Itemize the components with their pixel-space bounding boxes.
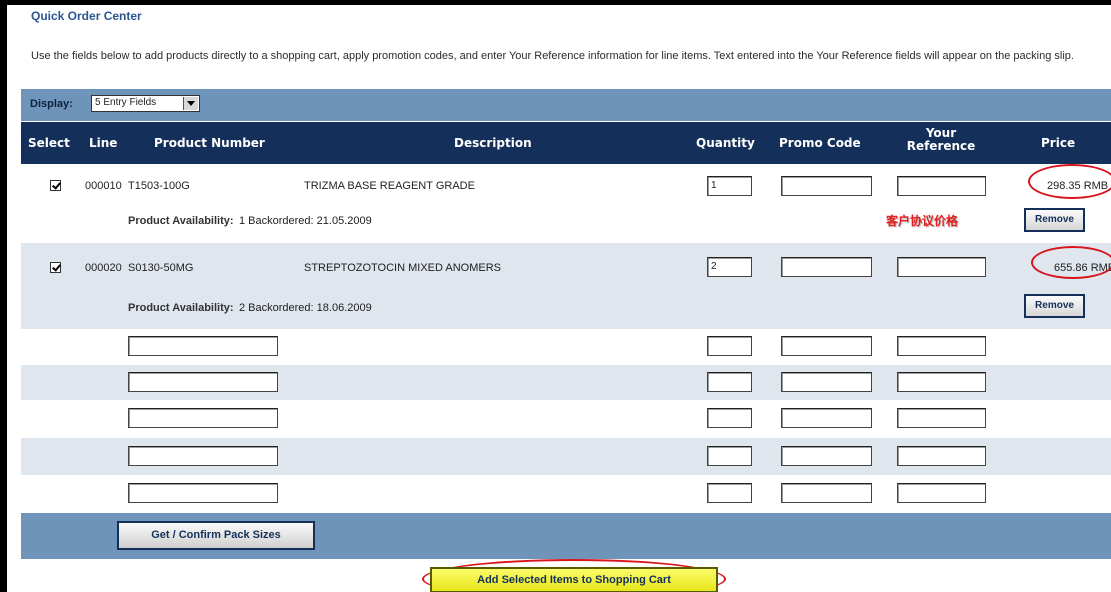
entry-quantity-input[interactable]: [707, 372, 752, 392]
add-to-cart-area: Add Selected Items to Shopping Cart: [21, 559, 1111, 592]
entry-fields-value: 5 Entry Fields: [95, 97, 157, 108]
entry-quantity-input[interactable]: [707, 483, 752, 503]
item-product-number: S0130-50MG: [128, 262, 194, 274]
entry-row: [21, 365, 1111, 400]
intro-text: Use the fields below to add products dir…: [31, 50, 1074, 62]
item-product-number: T1503-100G: [128, 180, 190, 192]
column-promo-code: Promo Code: [779, 136, 861, 150]
confirm-pack-sizes-button[interactable]: Get / Confirm Pack Sizes: [117, 521, 315, 550]
item-line-number: 000020: [85, 262, 122, 274]
entry-promo-code-input[interactable]: [781, 446, 872, 466]
column-your-reference-line1: Your: [925, 126, 957, 140]
entry-promo-code-input[interactable]: [781, 336, 872, 356]
column-select: Select: [28, 136, 70, 150]
entry-fields-select[interactable]: 5 Entry Fields: [91, 95, 200, 112]
display-bar: Display: 5 Entry Fields: [21, 89, 1111, 121]
remove-item-button[interactable]: Remove: [1024, 294, 1085, 318]
window-left-edge: [0, 0, 7, 592]
add-to-cart-button[interactable]: Add Selected Items to Shopping Cart: [430, 567, 718, 592]
product-availability-label: Product Availability:: [128, 215, 234, 227]
entry-row: [21, 400, 1111, 438]
entry-promo-code-input[interactable]: [781, 372, 872, 392]
quick-order-panel: Quick Order Center Use the fields below …: [21, 5, 1111, 592]
column-product-number: Product Number: [154, 136, 265, 150]
entry-product-number-input[interactable]: [128, 483, 278, 503]
item-your-reference-input[interactable]: [897, 257, 986, 277]
entry-quantity-input[interactable]: [707, 336, 752, 356]
entry-product-number-input[interactable]: [128, 446, 278, 466]
entry-your-reference-input[interactable]: [897, 446, 986, 466]
remove-item-button[interactable]: Remove: [1024, 208, 1085, 232]
entry-your-reference-input[interactable]: [897, 408, 986, 428]
product-availability-value: 1 Backordered: 21.05.2009: [239, 215, 372, 227]
column-price: Price: [1041, 136, 1076, 150]
entry-product-number-input[interactable]: [128, 408, 278, 428]
order-item-row: 000020 S0130-50MG STREPTOZOTOCIN MIXED A…: [21, 243, 1111, 329]
product-availability-label: Product Availability:: [128, 302, 234, 314]
item-promo-code-input[interactable]: [781, 176, 872, 196]
entry-quantity-input[interactable]: [707, 446, 752, 466]
entry-product-number-input[interactable]: [128, 372, 278, 392]
chevron-down-icon[interactable]: [183, 97, 198, 110]
column-line: Line: [89, 136, 118, 150]
screenshot-frame: Quick Order Center Use the fields below …: [0, 0, 1111, 592]
item-line-number: 000010: [85, 180, 122, 192]
item-quantity-input[interactable]: 1: [707, 176, 752, 196]
entry-your-reference-input[interactable]: [897, 336, 986, 356]
item-your-reference-input[interactable]: [897, 176, 986, 196]
page-title: Quick Order Center: [31, 9, 142, 23]
entry-row: [21, 438, 1111, 475]
column-description: Description: [454, 136, 532, 150]
column-your-reference-line2: Reference: [906, 139, 976, 153]
entry-row: [21, 329, 1111, 365]
order-item-row: 000010 T1503-100G TRIZMA BASE REAGENT GR…: [21, 164, 1111, 243]
footer-bar: Get / Confirm Pack Sizes: [21, 513, 1111, 559]
column-your-reference: Your Reference: [901, 127, 981, 153]
display-label: Display:: [30, 98, 73, 110]
entry-your-reference-input[interactable]: [897, 372, 986, 392]
entry-row: [21, 475, 1111, 513]
item-select-checkbox[interactable]: [50, 180, 61, 191]
entry-product-number-input[interactable]: [128, 336, 278, 356]
agreement-price-note: 客户协议价格: [886, 214, 959, 228]
item-description: TRIZMA BASE REAGENT GRADE: [304, 180, 475, 192]
entry-promo-code-input[interactable]: [781, 408, 872, 428]
column-quantity: Quantity: [696, 136, 755, 150]
product-availability-value: 2 Backordered: 18.06.2009: [239, 302, 372, 314]
entry-promo-code-input[interactable]: [781, 483, 872, 503]
price-highlight-oval: [1031, 246, 1111, 279]
item-quantity-input[interactable]: 2: [707, 257, 752, 277]
price-highlight-oval: [1028, 164, 1111, 199]
entry-quantity-input[interactable]: [707, 408, 752, 428]
entry-your-reference-input[interactable]: [897, 483, 986, 503]
item-promo-code-input[interactable]: [781, 257, 872, 277]
item-description: STREPTOZOTOCIN MIXED ANOMERS: [304, 262, 502, 274]
table-header: Select Line Product Number Description Q…: [21, 122, 1111, 164]
item-select-checkbox[interactable]: [50, 262, 61, 273]
